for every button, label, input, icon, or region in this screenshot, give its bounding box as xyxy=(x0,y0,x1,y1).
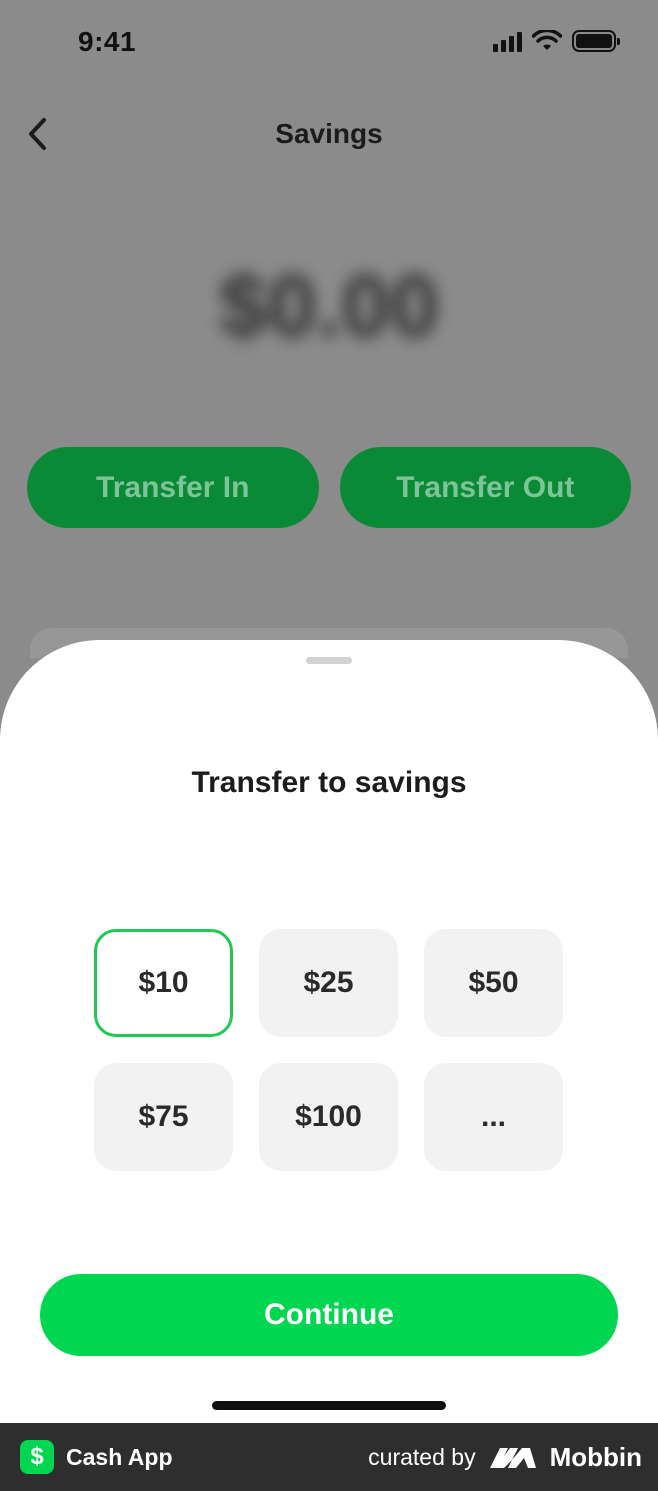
amount-option-50[interactable]: $50 xyxy=(424,929,563,1037)
sheet-grabber[interactable] xyxy=(306,657,352,664)
wifi-icon xyxy=(532,30,562,50)
status-icons xyxy=(493,30,620,52)
amount-options: $10 $25 $50 $75 $100 ... xyxy=(94,929,563,1171)
page-title: Savings xyxy=(275,118,383,149)
battery-icon xyxy=(572,30,620,52)
amount-option-25[interactable]: $25 xyxy=(259,929,398,1037)
footer-app: $ Cash App xyxy=(20,1440,173,1474)
continue-button[interactable]: Continue xyxy=(40,1274,618,1356)
signal-icon xyxy=(493,30,522,52)
transfer-out-button[interactable]: Transfer Out xyxy=(339,447,631,528)
transfer-actions: Transfer In Transfer Out xyxy=(27,447,631,528)
sheet-title: Transfer to savings xyxy=(191,766,467,799)
transfer-in-button[interactable]: Transfer In xyxy=(27,447,319,528)
footer-curated-label: curated by xyxy=(368,1443,476,1470)
amount-option-10[interactable]: $10 xyxy=(94,929,233,1037)
footer-bar: $ Cash App curated by Mobbin xyxy=(0,1423,658,1491)
amount-option-100[interactable]: $100 xyxy=(259,1063,398,1171)
footer-app-name: Cash App xyxy=(66,1443,173,1470)
transfer-sheet: Transfer to savings $10 $25 $50 $75 $100… xyxy=(0,640,658,1423)
amount-option-75[interactable]: $75 xyxy=(94,1063,233,1171)
status-bar: 9:41 xyxy=(0,0,658,90)
mobbin-logo-icon xyxy=(489,1448,536,1468)
footer-brand: Mobbin xyxy=(549,1441,642,1472)
amount-option-custom[interactable]: ... xyxy=(424,1063,563,1171)
home-indicator xyxy=(212,1401,446,1410)
status-time: 9:41 xyxy=(78,26,137,57)
savings-balance: $0.00 xyxy=(218,256,440,355)
nav-bar: Savings xyxy=(0,100,658,170)
footer-credit: curated by Mobbin xyxy=(368,1442,642,1473)
cashapp-logo-icon: $ xyxy=(20,1440,54,1474)
